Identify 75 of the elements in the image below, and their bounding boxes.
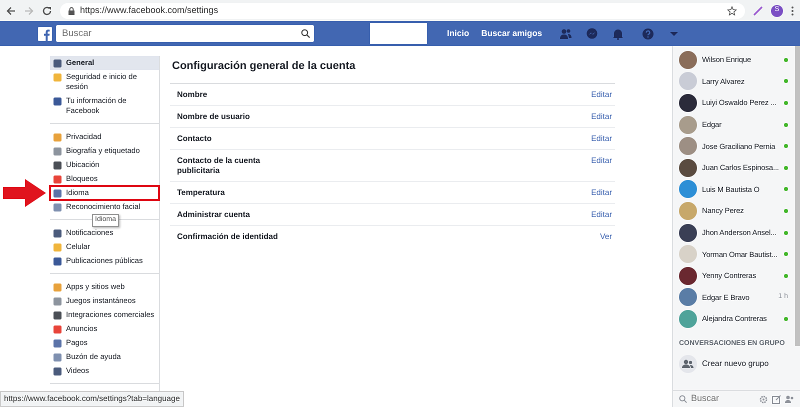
chat-search-field[interactable]: Buscar [691,392,751,406]
avatar [679,288,697,306]
square-icon [53,339,62,348]
square-icon [53,325,62,334]
avatar [679,310,697,328]
arrow-drawing [3,178,47,208]
setting-label: Administrar cuenta [177,210,251,220]
square-icon [53,175,62,184]
square-icon [53,133,62,142]
search-button[interactable] [296,25,314,42]
setting-label: Temperatura [177,188,226,198]
avatar [679,72,697,90]
square-icon [53,283,62,292]
square-icon [53,97,62,106]
edit-link[interactable]: Editar [591,134,612,144]
search-icon [679,395,687,403]
setting-label: Nombre [177,90,208,100]
setting-label: Nombre de usuario [177,112,251,122]
compose-icon[interactable] [772,394,781,404]
square-icon [53,353,62,362]
avatar [679,266,697,285]
avatar [679,158,697,177]
avatar [679,137,697,156]
create-group-link[interactable]: Crear nuevo grupo [673,353,794,375]
reload-icon[interactable] [42,6,52,16]
square-icon [53,73,62,82]
setting-label: Contacto [177,134,213,144]
edit-link[interactable]: Editar [591,112,612,122]
settings-icon[interactable] [759,394,768,404]
search-field[interactable]: Buscar [56,25,296,42]
square-icon [53,257,62,266]
edit-link[interactable]: Editar [591,210,612,220]
people-icon[interactable] [785,394,794,404]
star-icon[interactable] [727,6,737,16]
lock-icon [68,6,75,14]
square-icon [53,311,62,320]
avatar [679,224,697,242]
forward-icon[interactable] [24,6,34,16]
group-icon [679,355,697,374]
avatar [679,202,697,220]
back-icon[interactable] [6,6,16,16]
avatar [679,116,697,134]
url-text: https://www.facebook.com/settings [80,4,218,17]
menu-icon[interactable] [791,6,794,16]
setting-label: Confirmación de identidad [177,232,279,242]
square-icon [53,189,62,198]
nav-link[interactable]: Inicio [443,27,474,40]
section-title: Configuración general de la cuenta [170,56,615,84]
edit-link[interactable]: Editar [591,188,612,198]
square-icon [53,203,62,212]
status-url: https://www.facebook.com/settings?tab=language [0,391,184,407]
square-icon [53,297,62,306]
bell-icon[interactable] [612,28,624,40]
search-icon [300,29,310,38]
friends-icon[interactable] [560,28,572,40]
logo-icon[interactable] [38,26,52,40]
pen-icon[interactable] [753,6,763,16]
edit-link[interactable]: Editar [591,90,612,100]
address-bar[interactable]: https://www.facebook.com/settings [60,2,745,18]
messenger-icon[interactable] [586,28,598,40]
setting-label: Contacto de la cuenta publicitaria [177,156,262,176]
nav-link[interactable]: Buscar amigos [477,27,546,40]
square-icon [53,59,62,68]
square-icon [53,229,62,238]
avatar [679,94,697,112]
avatar [679,245,697,264]
square-icon [53,147,62,156]
help-icon[interactable] [642,28,654,40]
avatar [679,50,697,69]
square-icon [53,243,62,252]
edit-link[interactable]: Ver [600,232,612,242]
square-icon [53,161,62,170]
edit-link[interactable]: Editar [591,156,612,176]
avatar [679,180,697,198]
square-icon [53,367,62,376]
